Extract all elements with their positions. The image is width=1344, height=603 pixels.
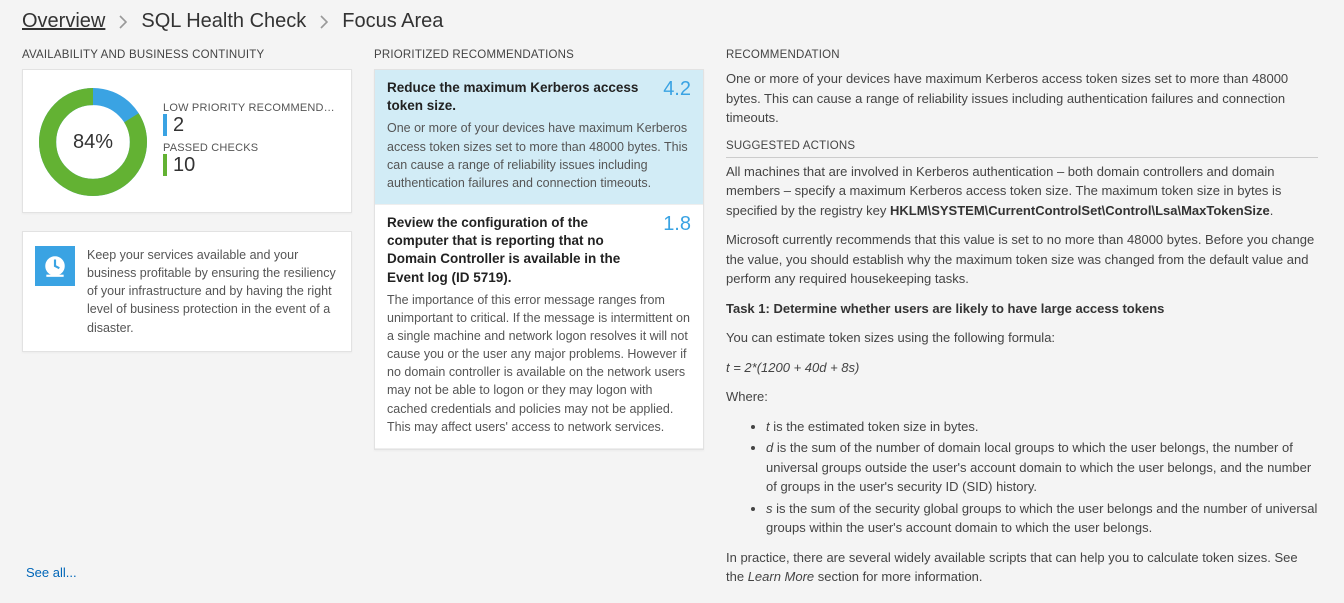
detail-p2: Microsoft currently recommends that this… xyxy=(726,230,1318,289)
breadcrumb-focus-area: Focus Area xyxy=(342,10,443,33)
recommendation-title: Reduce the maximum Kerberos access token… xyxy=(387,79,653,115)
col1-header: AVAILABILITY AND BUSINESS CONTINUITY xyxy=(22,45,352,69)
recommendation-desc: One or more of your devices have maximum… xyxy=(387,119,691,192)
recommendation-score: 1.8 xyxy=(663,214,691,287)
see-all-container: See all... xyxy=(22,555,352,598)
detail-p1: All machines that are involved in Kerber… xyxy=(726,162,1318,221)
breadcrumb: Overview SQL Health Check Focus Area xyxy=(0,0,1344,41)
donut-center-label: 84% xyxy=(33,82,153,202)
col3-header: RECOMMENDATION xyxy=(726,45,1322,69)
prioritized-recs-column: PRIORITIZED RECOMMENDATIONS Reduce the m… xyxy=(374,45,704,598)
availability-info-tile: Keep your services available and your bu… xyxy=(22,231,352,352)
task1-bullets: t is the estimated token size in bytes. … xyxy=(726,417,1318,538)
passed-checks-label: PASSED CHECKS xyxy=(163,142,341,154)
availability-info-text: Keep your services available and your bu… xyxy=(87,246,339,337)
donut-chart: 84% xyxy=(33,82,153,202)
clock-icon xyxy=(35,246,75,286)
see-all-link[interactable]: See all... xyxy=(26,565,77,580)
detail-intro: One or more of your devices have maximum… xyxy=(726,69,1318,128)
chevron-right-icon xyxy=(119,15,127,29)
recommendation-detail: One or more of your devices have maximum… xyxy=(726,69,1322,598)
task1-formula: t = 2*(1200 + 40d + 8s) xyxy=(726,358,1318,378)
list-item: s is the sum of the security global grou… xyxy=(766,499,1318,538)
task2-title: Task 2: Reduce access token sizes xyxy=(726,597,1318,598)
low-priority-label: LOW PRIORITY RECOMMENDATIO… xyxy=(163,102,341,114)
recommendation-item[interactable]: Review the configuration of the computer… xyxy=(375,205,703,449)
recommendation-title: Review the configuration of the computer… xyxy=(387,214,653,287)
task1-where: Where: xyxy=(726,387,1318,407)
passed-checks-value: 10 xyxy=(163,154,341,176)
chevron-right-icon xyxy=(320,15,328,29)
col2-header: PRIORITIZED RECOMMENDATIONS xyxy=(374,45,704,69)
list-item: d is the sum of the number of domain loc… xyxy=(766,438,1318,497)
recommendation-detail-column: RECOMMENDATION One or more of your devic… xyxy=(726,45,1322,598)
low-priority-value: 2 xyxy=(163,114,341,136)
availability-metric-tile[interactable]: 84% LOW PRIORITY RECOMMENDATIO… 2 PASSED… xyxy=(22,69,352,213)
recommendation-item[interactable]: Reduce the maximum Kerberos access token… xyxy=(375,70,703,205)
availability-column: AVAILABILITY AND BUSINESS CONTINUITY 84%… xyxy=(22,45,352,598)
suggested-actions-header: SUGGESTED ACTIONS xyxy=(726,138,1318,158)
list-item: t is the estimated token size in bytes. xyxy=(766,417,1318,437)
recommendation-list: Reduce the maximum Kerberos access token… xyxy=(374,69,704,450)
task1-p2: In practice, there are several widely av… xyxy=(726,548,1318,587)
task1-title: Task 1: Determine whether users are like… xyxy=(726,299,1318,319)
task1-p1: You can estimate token sizes using the f… xyxy=(726,328,1318,348)
recommendation-desc: The importance of this error message ran… xyxy=(387,291,691,436)
recommendation-score: 4.2 xyxy=(663,79,691,115)
breadcrumb-overview[interactable]: Overview xyxy=(22,10,105,33)
breadcrumb-sql-health[interactable]: SQL Health Check xyxy=(141,10,306,33)
